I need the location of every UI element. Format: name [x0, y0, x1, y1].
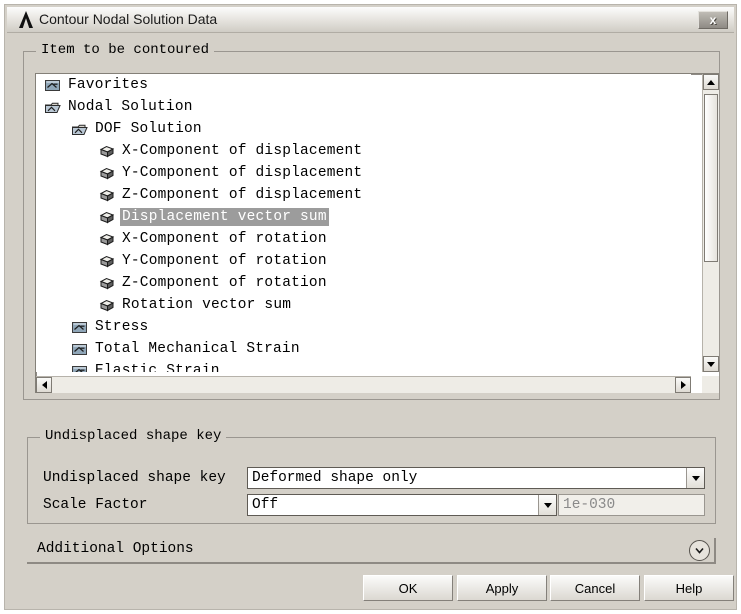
scroll-down-arrow-icon: [707, 361, 715, 367]
scale-factor-custom-input[interactable]: 1e-030: [558, 494, 705, 516]
tree-item[interactable]: Stress: [36, 316, 691, 338]
tree-item[interactable]: X-Component of displacement: [36, 140, 691, 162]
undisplaced-shape-key-select[interactable]: Deformed shape only: [247, 467, 705, 489]
ansys-lambda-logo-icon: [19, 11, 33, 28]
tree-item[interactable]: DOF Solution: [36, 118, 691, 140]
tree-item-label: Displacement vector sum: [120, 208, 329, 226]
vertical-scroll-thumb[interactable]: [704, 94, 718, 262]
undisplaced-shape-key-label: Undisplaced shape key: [43, 470, 226, 486]
folder-closed-icon: [71, 320, 89, 335]
undisplaced-shape-key-dropdown-button[interactable]: [686, 468, 704, 488]
help-button[interactable]: Help: [644, 575, 734, 601]
ok-button[interactable]: OK: [363, 575, 453, 601]
scale-factor-dropdown-button[interactable]: [538, 495, 556, 515]
scrollbar-corner: [702, 376, 719, 393]
scroll-up-arrow-icon: [707, 79, 715, 85]
scroll-left-arrow-icon: [41, 381, 47, 389]
tree-item-label: Favorites: [68, 77, 149, 93]
folder-open-icon: [71, 122, 89, 137]
scroll-right-button[interactable]: [675, 377, 691, 393]
scroll-left-button[interactable]: [36, 377, 52, 393]
tree-item[interactable]: Total Mechanical Strain: [36, 338, 691, 360]
cube-icon: [98, 232, 116, 247]
additional-options-expander-button[interactable]: [689, 540, 710, 561]
cube-icon: [98, 188, 116, 203]
cube-icon: [98, 144, 116, 159]
additional-options-bar[interactable]: Additional Options: [27, 538, 716, 564]
tree-vertical-scrollbar[interactable]: [702, 74, 719, 372]
tree-item-label: Z-Component of rotation: [122, 275, 327, 291]
scroll-up-button[interactable]: [703, 74, 719, 90]
tree-item-label: Total Mechanical Strain: [95, 341, 300, 357]
cube-icon: [98, 254, 116, 269]
contour-item-tree-panel: Favorites Nodal Solution DOF Solution X-Com…: [35, 73, 719, 393]
scroll-right-arrow-icon: [680, 381, 686, 389]
tree-item-label: Z-Component of displacement: [122, 187, 363, 203]
scale-factor-select[interactable]: Off: [247, 494, 557, 516]
scale-factor-value: Off: [252, 497, 279, 513]
chevron-down-icon: [691, 475, 700, 481]
contour-item-tree[interactable]: Favorites Nodal Solution DOF Solution X-Com…: [36, 74, 691, 372]
tree-item-label: DOF Solution: [95, 121, 202, 137]
folder-closed-icon: [71, 364, 89, 372]
cancel-button[interactable]: Cancel: [550, 575, 640, 601]
circled-chevron-down-icon: [695, 547, 704, 554]
additional-options-label: Additional Options: [37, 541, 194, 557]
apply-button[interactable]: Apply: [457, 575, 547, 601]
tree-item-label: Rotation vector sum: [122, 297, 292, 313]
scroll-down-button[interactable]: [703, 356, 719, 372]
tree-item-label: X-Component of displacement: [122, 143, 363, 159]
tree-item[interactable]: Nodal Solution: [36, 96, 691, 118]
tree-item[interactable]: X-Component of rotation: [36, 228, 691, 250]
title-bar: Contour Nodal Solution Data x: [7, 7, 734, 33]
contour-nodal-solution-dialog: Contour Nodal Solution Data x Item to be…: [4, 4, 737, 610]
chevron-down-icon: [543, 502, 552, 508]
close-button[interactable]: x: [698, 11, 728, 29]
tree-item[interactable]: Rotation vector sum: [36, 294, 691, 316]
undisplaced-shape-key-value: Deformed shape only: [252, 470, 418, 486]
cube-icon: [98, 210, 116, 225]
close-icon: x: [709, 13, 717, 27]
scale-factor-label: Scale Factor: [43, 497, 148, 513]
tree-item[interactable]: Z-Component of displacement: [36, 184, 691, 206]
tree-item[interactable]: Y-Component of displacement: [36, 162, 691, 184]
tree-item[interactable]: Displacement vector sum: [36, 206, 691, 228]
tree-item[interactable]: Y-Component of rotation: [36, 250, 691, 272]
undisplaced-group-title: Undisplaced shape key: [40, 428, 227, 444]
tree-item[interactable]: Elastic Strain: [36, 360, 691, 372]
folder-closed-icon: [71, 342, 89, 357]
tree-item-label: Y-Component of displacement: [122, 165, 363, 181]
tree-item-label: Y-Component of rotation: [122, 253, 327, 269]
cube-icon: [98, 298, 116, 313]
cube-icon: [98, 276, 116, 291]
tree-item-label: Nodal Solution: [68, 99, 193, 115]
tree-item[interactable]: Z-Component of rotation: [36, 272, 691, 294]
cube-icon: [98, 166, 116, 181]
tree-item-label: X-Component of rotation: [122, 231, 327, 247]
tree-item[interactable]: Favorites: [36, 74, 691, 96]
tree-item-label: Elastic Strain: [95, 363, 220, 372]
tree-horizontal-scrollbar[interactable]: [36, 376, 691, 393]
window-title: Contour Nodal Solution Data: [39, 11, 218, 27]
item-group-title: Item to be contoured: [36, 42, 215, 58]
folder-open-icon: [44, 100, 62, 115]
folder-closed-icon: [44, 78, 62, 93]
tree-item-label: Stress: [95, 319, 149, 335]
